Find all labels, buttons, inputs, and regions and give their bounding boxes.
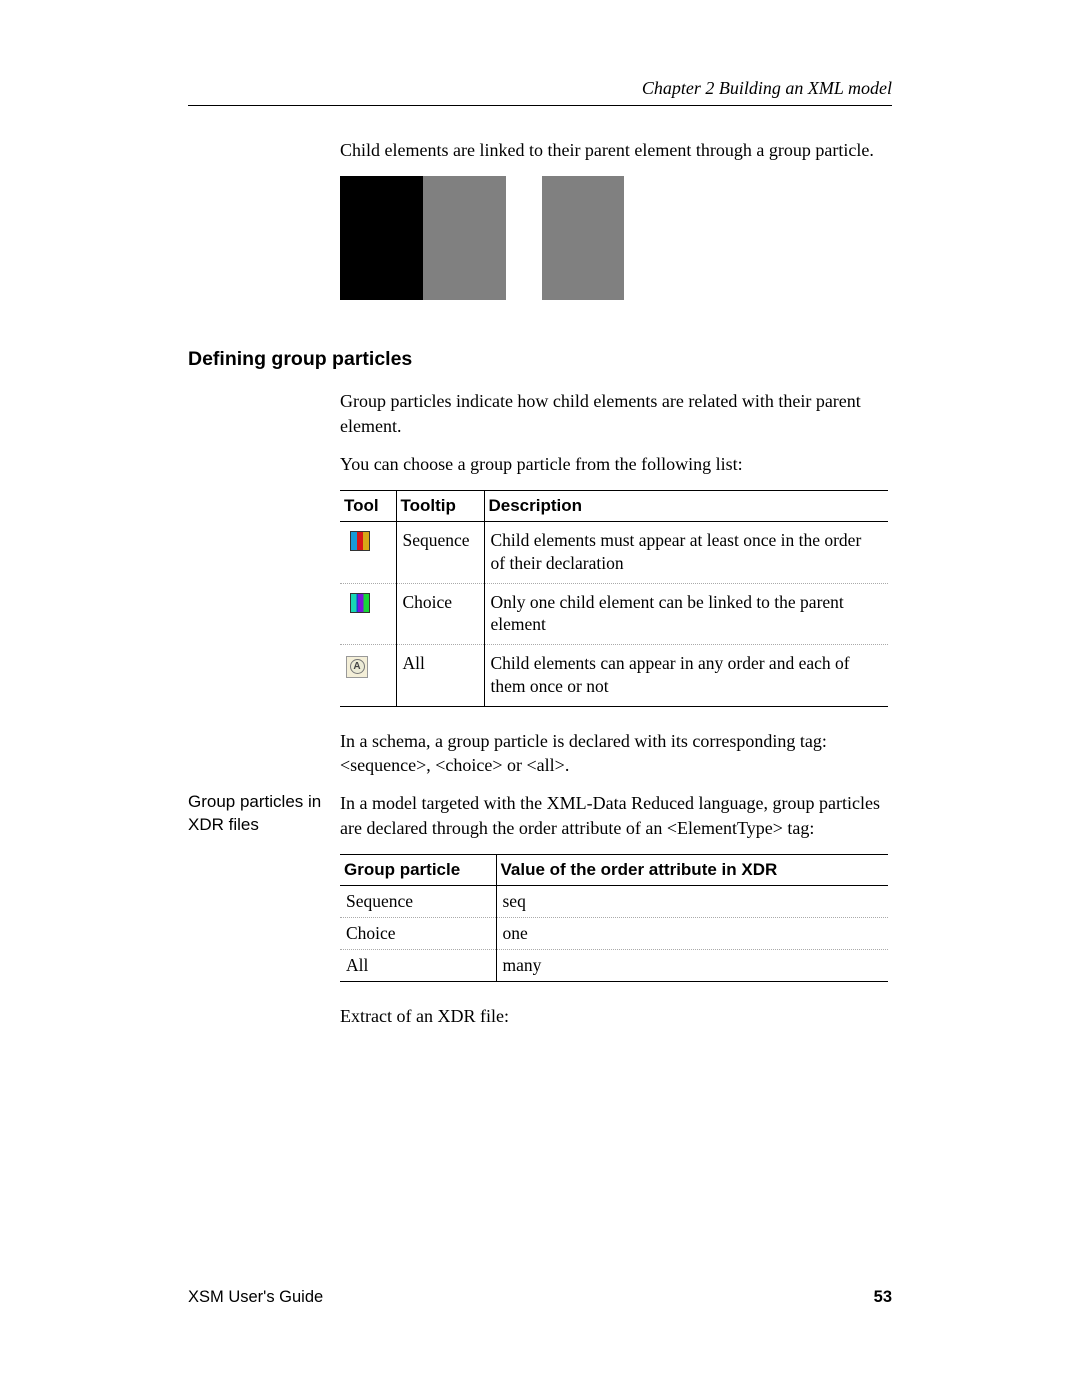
- table-row: Choice Only one child element can be lin…: [340, 583, 888, 645]
- figure-row: [340, 176, 892, 300]
- cell-value: seq: [496, 885, 888, 917]
- paragraph-5: Extract of an XDR file:: [340, 1004, 892, 1028]
- th-tool: Tool: [340, 491, 396, 522]
- cell-tooltip: All: [396, 645, 484, 707]
- group-particle-tool-table: Tool Tooltip Description Sequence Child …: [340, 490, 888, 707]
- cell-particle: Sequence: [340, 885, 496, 917]
- cell-description: Child elements must appear at least once…: [484, 522, 888, 584]
- cell-value: one: [496, 917, 888, 949]
- cell-description: Only one child element can be linked to …: [484, 583, 888, 645]
- choice-tool-icon: [350, 593, 370, 613]
- th-xdr-value: Value of the order attribute in XDR: [496, 854, 888, 885]
- table-row: Sequence Child elements must appear at l…: [340, 522, 888, 584]
- cell-description: Child elements can appear in any order a…: [484, 645, 888, 707]
- th-description: Description: [484, 491, 888, 522]
- page-footer: XSM User's Guide 53: [188, 1288, 892, 1307]
- margin-note: Group particles in XDR files: [188, 791, 328, 836]
- table-row: Sequence seq: [340, 885, 888, 917]
- cell-value: many: [496, 949, 888, 981]
- paragraph-2: You can choose a group particle from the…: [340, 452, 892, 476]
- table-row: All many: [340, 949, 888, 981]
- xdr-order-table: Group particle Value of the order attrib…: [340, 854, 888, 982]
- paragraph-3: In a schema, a group particle is declare…: [340, 729, 892, 778]
- cell-particle: Choice: [340, 917, 496, 949]
- chapter-header: Chapter 2 Building an XML model: [188, 78, 892, 106]
- cell-tooltip: Choice: [396, 583, 484, 645]
- paragraph-1: Group particles indicate how child eleme…: [340, 389, 892, 438]
- paragraph-4: In a model targeted with the XML-Data Re…: [340, 791, 892, 840]
- th-tooltip: Tooltip: [396, 491, 484, 522]
- footer-guide: XSM User's Guide: [188, 1288, 323, 1307]
- figure-1: [340, 176, 506, 300]
- th-group-particle: Group particle: [340, 854, 496, 885]
- intro-paragraph: Child elements are linked to their paren…: [340, 138, 892, 162]
- sequence-tool-icon: [350, 531, 370, 551]
- section-heading: Defining group particles: [188, 348, 892, 371]
- all-tool-icon: [346, 656, 368, 678]
- footer-page-number: 53: [874, 1288, 892, 1307]
- table-row: Choice one: [340, 917, 888, 949]
- cell-tooltip: Sequence: [396, 522, 484, 584]
- figure-2: [542, 176, 624, 300]
- cell-particle: All: [340, 949, 496, 981]
- table-row: All Child elements can appear in any ord…: [340, 645, 888, 707]
